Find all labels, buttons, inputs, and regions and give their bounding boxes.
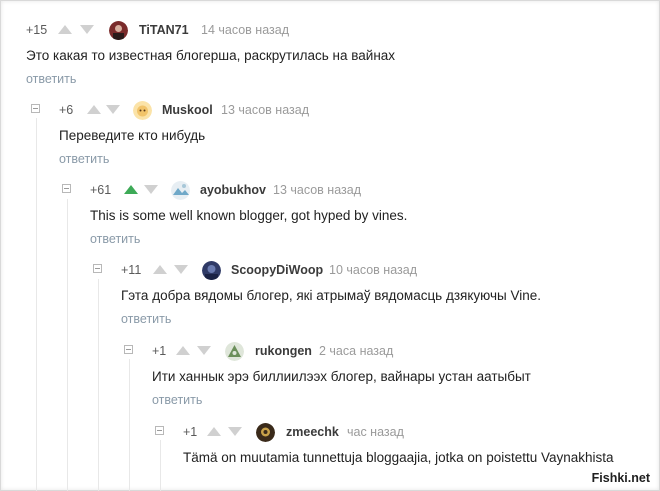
upvote-icon[interactable] [58, 25, 72, 34]
reply-link[interactable]: ответить [26, 72, 76, 86]
comment-rating: +11 [121, 263, 142, 277]
collapse-toggle[interactable] [93, 264, 102, 273]
downvote-icon[interactable] [144, 185, 158, 194]
comment-text: Переведите кто нибудь [59, 128, 206, 143]
comment: +11 ScoopyDiWoop 10 часов назад [0, 260, 660, 280]
upvote-icon[interactable] [87, 105, 101, 114]
avatar[interactable] [202, 261, 221, 280]
comment-time[interactable]: час назад [347, 422, 404, 442]
collapse-toggle[interactable] [31, 104, 40, 113]
comment-time[interactable]: 13 часов назад [221, 100, 309, 120]
upvote-icon[interactable] [153, 265, 167, 274]
avatar[interactable] [133, 101, 152, 120]
comment-author[interactable]: Muskool [162, 100, 213, 120]
collapse-toggle[interactable] [62, 184, 71, 193]
comment-time[interactable]: 14 часов назад [201, 20, 289, 40]
comment-header: +15 TiTAN71 14 часов назад [0, 20, 660, 40]
avatar[interactable] [225, 342, 244, 361]
comment-author[interactable]: TiTAN71 [139, 20, 189, 40]
comment-rating: +1 [152, 344, 167, 358]
comment-rating: +61 [90, 183, 112, 197]
thread-line [160, 440, 161, 491]
downvote-icon[interactable] [106, 105, 120, 114]
comment-text: This is some well known blogger, got hyp… [90, 208, 408, 223]
upvote-icon[interactable] [176, 346, 190, 355]
comment-header: +11 ScoopyDiWoop 10 часов назад [0, 260, 660, 280]
comment: +1 zmeechk час назад [0, 422, 660, 442]
comment-text: Ити ханнык эрэ биллиилээх блогер, вайнар… [152, 369, 531, 384]
comment-author[interactable]: ayobukhov [200, 180, 266, 200]
comment-rating: +6 [59, 103, 74, 117]
reply-link[interactable]: ответить [152, 393, 202, 407]
reply-link[interactable]: ответить [90, 232, 140, 246]
thread-line [98, 279, 99, 491]
comment-rating: +1 [183, 425, 198, 439]
collapse-toggle[interactable] [124, 345, 133, 354]
comment-rating: +15 [26, 23, 48, 37]
upvote-icon[interactable] [207, 427, 221, 436]
upvote-icon[interactable] [124, 185, 138, 194]
downvote-icon[interactable] [228, 427, 242, 436]
comment-text: Гэта добра вядомы блогер, які атрымаў вя… [121, 288, 541, 303]
comment-text: Tämä on muutamia tunnettuja bloggaajia, … [183, 450, 614, 465]
comment-author[interactable]: ScoopyDiWoop [231, 260, 323, 280]
comment-text: Это какая то известная блогерша, раскрут… [26, 48, 396, 63]
comment-time[interactable]: 13 часов назад [273, 180, 361, 200]
comment: +61 ayobukhov 13 часов назад [0, 180, 660, 200]
reply-link[interactable]: ответить [121, 312, 171, 326]
comment-author[interactable]: rukongen [255, 341, 312, 361]
downvote-icon[interactable] [174, 265, 188, 274]
comment: +1 rukongen 2 часа назад [0, 341, 660, 361]
watermark: Fishki.net [589, 471, 652, 485]
comment-header: +6 Muskool 13 часов назад [0, 100, 660, 120]
comment: +6 Muskool 13 часов назад [0, 100, 660, 120]
avatar[interactable] [256, 423, 275, 442]
comment: +15 TiTAN71 14 часов назад [0, 20, 660, 40]
comment-header: +1 rukongen 2 часа назад [0, 341, 660, 361]
downvote-icon[interactable] [197, 346, 211, 355]
comment-header: +61 ayobukhov 13 часов назад [0, 180, 660, 200]
collapse-toggle[interactable] [155, 426, 164, 435]
avatar[interactable] [171, 181, 190, 200]
downvote-icon[interactable] [80, 25, 94, 34]
comment-author[interactable]: zmeechk [286, 422, 339, 442]
comment-header: +1 zmeechk час назад [0, 422, 660, 442]
comment-time[interactable]: 10 часов назад [329, 260, 417, 280]
reply-link[interactable]: ответить [59, 152, 109, 166]
comment-time[interactable]: 2 часа назад [319, 341, 393, 361]
avatar[interactable] [109, 21, 128, 40]
